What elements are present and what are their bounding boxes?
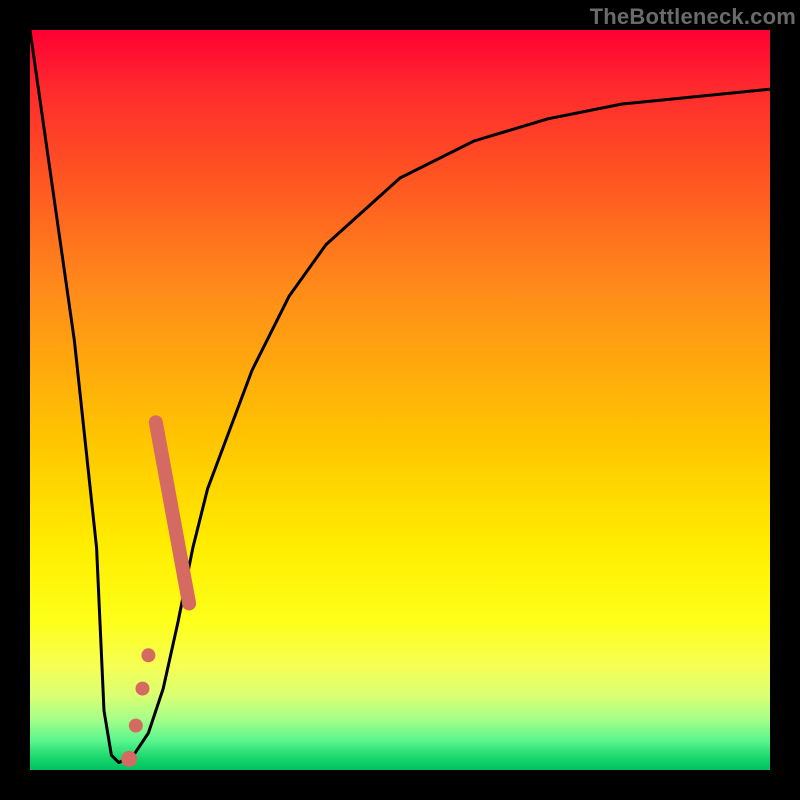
band-segment bbox=[156, 422, 189, 603]
marker-dot bbox=[135, 682, 149, 696]
marker-dot bbox=[121, 751, 137, 767]
marker-dot bbox=[129, 719, 143, 733]
marker-dot bbox=[141, 648, 155, 662]
chart-svg bbox=[30, 30, 770, 770]
chart-frame: TheBottleneck.com bbox=[0, 0, 800, 800]
watermark-text: TheBottleneck.com bbox=[590, 4, 796, 30]
plot-area bbox=[30, 30, 770, 770]
bottleneck-curve-line bbox=[30, 30, 770, 763]
